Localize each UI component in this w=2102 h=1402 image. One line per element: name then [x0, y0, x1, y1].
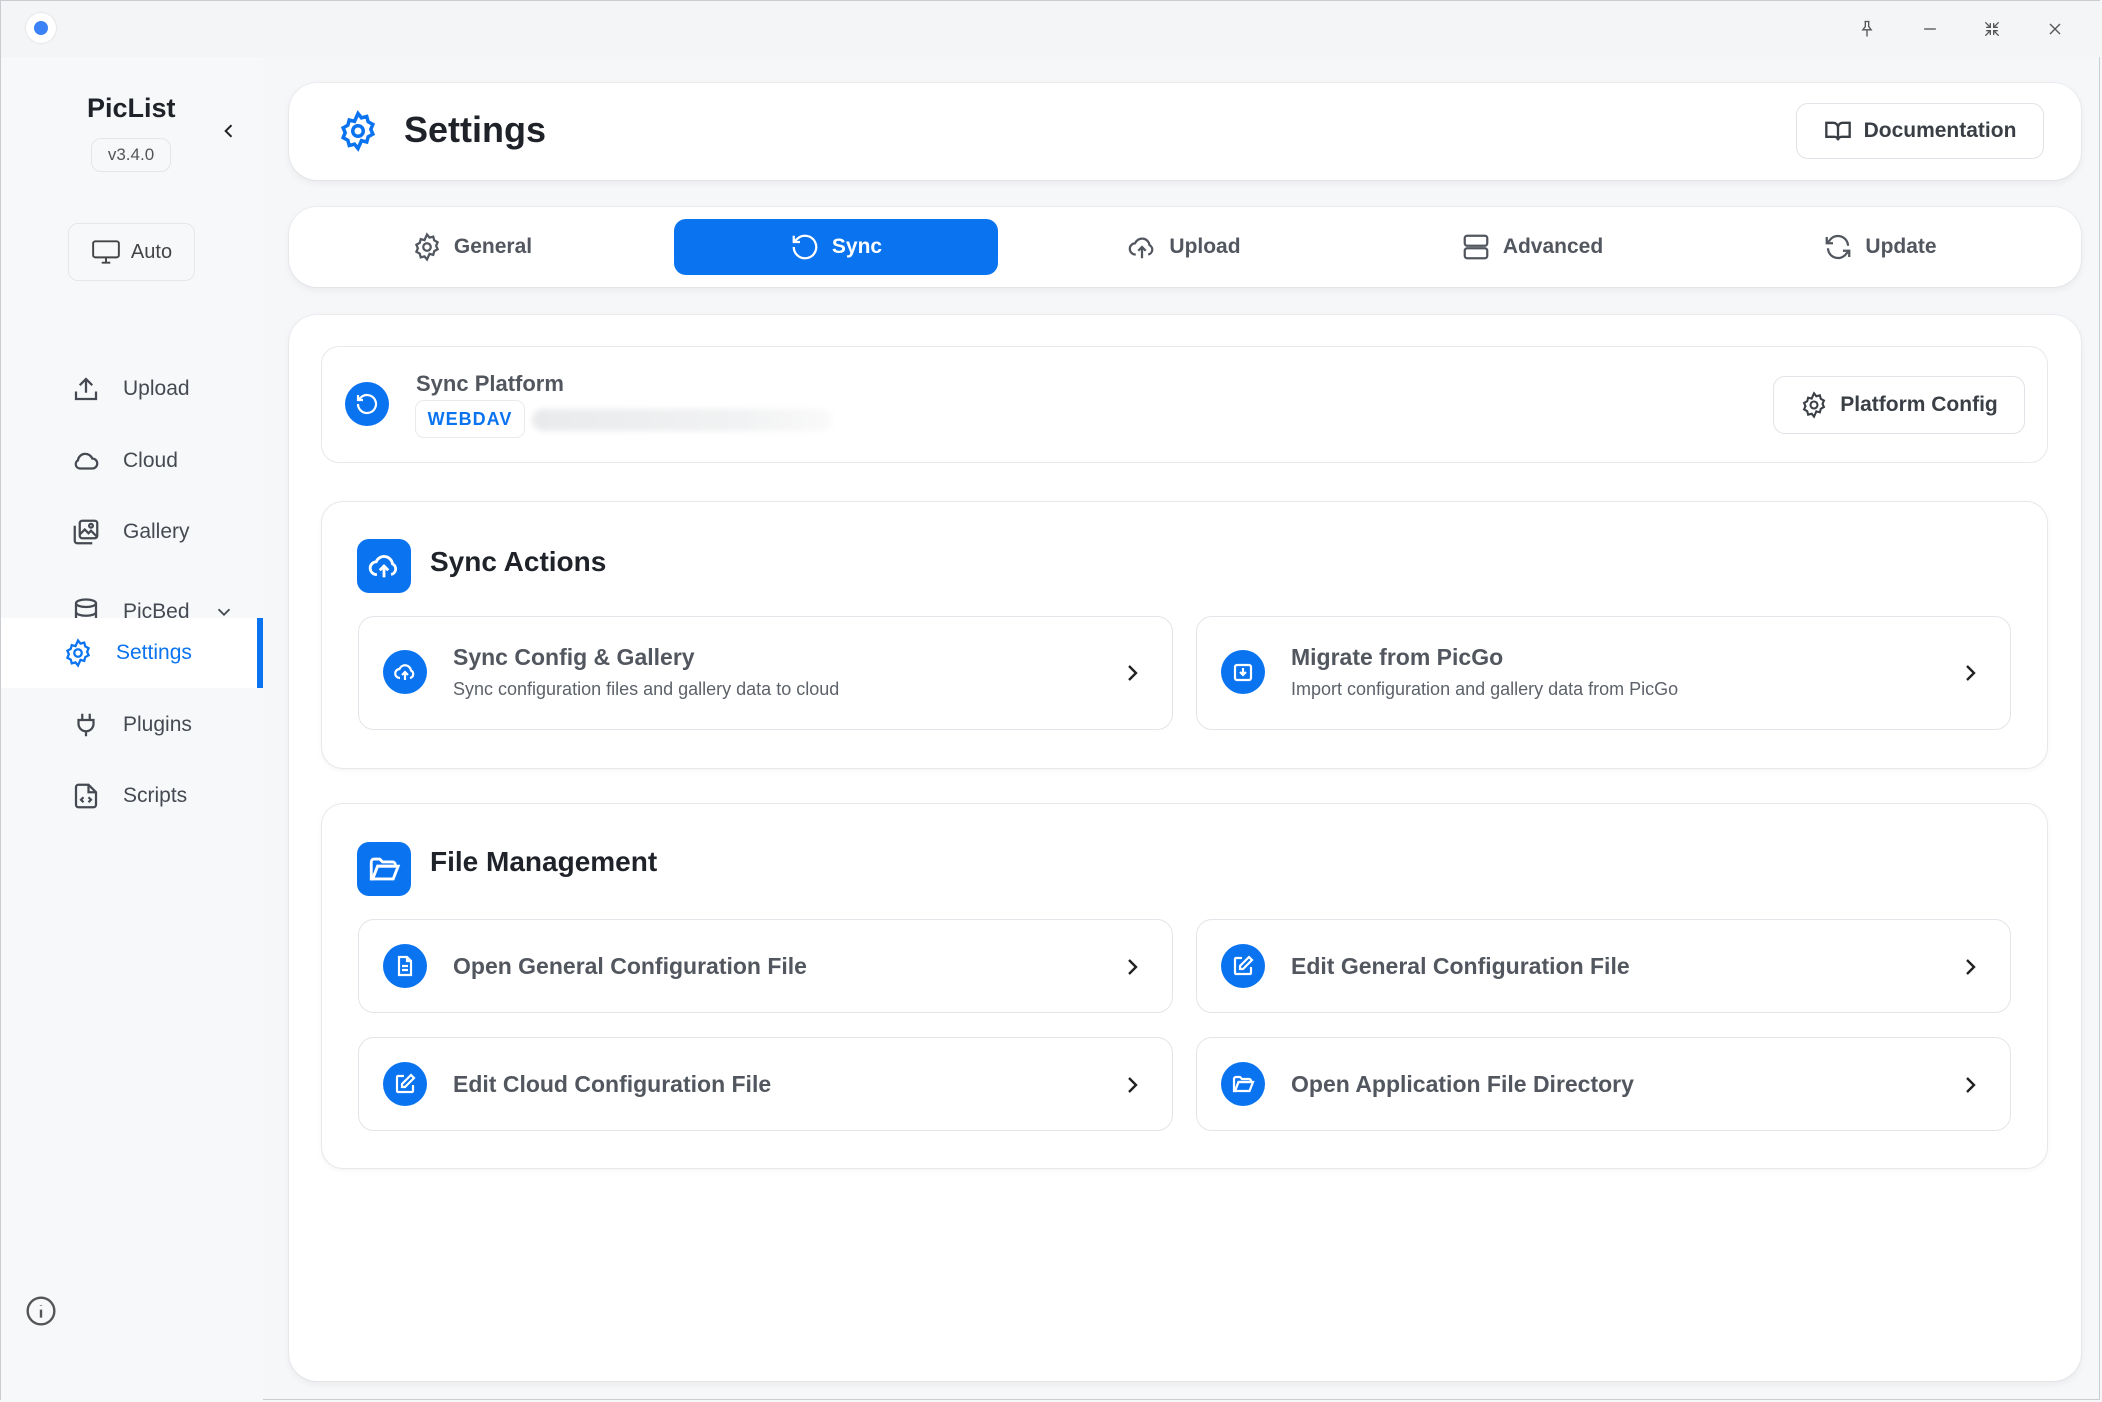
tab-sync[interactable]: Sync [674, 219, 998, 275]
chevron-right-icon [1958, 661, 1982, 685]
version-badge: v3.4.0 [91, 138, 171, 172]
action-title: Open General Configuration File [453, 953, 807, 979]
sidebar-item-cloud[interactable]: Cloud [1, 426, 263, 496]
tab-update[interactable]: Update [1718, 219, 2042, 275]
close-icon[interactable] [2039, 13, 2071, 45]
tab-label: General [453, 235, 533, 258]
sync-panel: Sync Platform WEBDAV Platform Config Syn… [289, 315, 2081, 1381]
chevron-right-icon [1120, 1073, 1144, 1097]
documentation-button[interactable]: Documentation [1796, 103, 2044, 159]
info-icon[interactable] [25, 1295, 57, 1327]
app-logo-icon [26, 13, 56, 43]
book-icon [1824, 121, 1851, 141]
plug-icon [71, 710, 101, 740]
download-box-icon [1221, 650, 1265, 694]
gear-icon [1802, 391, 1826, 419]
sidebar-item-label: Settings [116, 641, 192, 664]
cloud-upload-icon [1129, 237, 1154, 259]
action-title: Open Application File Directory [1291, 1071, 1634, 1097]
minimize-icon[interactable] [1914, 13, 1946, 45]
section-title: Sync Actions [430, 546, 607, 577]
migrate-from-picgo-button[interactable]: Migrate from PicGo Import configuration … [1196, 616, 2011, 730]
tab-label: Upload [1169, 235, 1241, 258]
gallery-icon [71, 517, 101, 547]
cloud-upload-icon [383, 650, 427, 694]
chevron-right-icon [1958, 1073, 1982, 1097]
open-app-directory-button[interactable]: Open Application File Directory [1196, 1037, 2011, 1131]
sidebar-item-label: Cloud [123, 449, 178, 472]
gear-icon [414, 232, 439, 262]
action-title: Migrate from PicGo [1291, 644, 1504, 670]
sync-platform-title: Sync Platform [416, 371, 564, 396]
sidebar-item-scripts[interactable]: Scripts [1, 761, 263, 831]
theme-auto-button[interactable]: Auto [68, 223, 195, 281]
sidebar: PicList v3.4.0 Auto Upload Cloud Gallery… [1, 57, 263, 1401]
app-name: PicList [87, 93, 176, 123]
tab-advanced[interactable]: Advanced [1370, 219, 1694, 275]
sidebar-item-label: Upload [123, 377, 190, 400]
section-title: File Management [430, 846, 658, 877]
cloud-icon [71, 446, 101, 476]
tab-label: Update [1865, 235, 1937, 258]
title-bar [1, 1, 2101, 57]
sidebar-item-label: Scripts [123, 784, 188, 807]
edit-icon [1221, 944, 1265, 988]
folder-open-icon [1221, 1062, 1265, 1106]
server-icon [1463, 234, 1489, 260]
collapse-sidebar-icon[interactable] [215, 117, 243, 145]
platform-config-button[interactable]: Platform Config [1773, 376, 2025, 434]
cloud-upload-icon [357, 539, 411, 593]
refresh-icon [1826, 234, 1851, 260]
action-description: Sync configuration files and gallery dat… [453, 679, 840, 699]
page-title: Settings [404, 109, 547, 150]
sync-actions-section: Sync Actions Sync Config & Gallery Sync … [321, 501, 2048, 769]
sidebar-item-label: Plugins [123, 713, 192, 736]
documentation-label: Documentation [1863, 119, 2017, 142]
app-window: PicList v3.4.0 Auto Upload Cloud Gallery… [0, 0, 2101, 1401]
action-title: Sync Config & Gallery [453, 644, 695, 670]
folder-open-icon [357, 842, 411, 896]
pin-icon[interactable] [1851, 13, 1883, 45]
chevron-right-icon [1958, 955, 1982, 979]
open-general-config-button[interactable]: Open General Configuration File [358, 919, 1173, 1013]
sidebar-item-gallery[interactable]: Gallery [1, 497, 263, 567]
tab-upload[interactable]: Upload [1022, 219, 1346, 275]
platform-badge: WEBDAV [416, 401, 524, 437]
platform-config-label: Platform Config [1840, 393, 1998, 416]
redacted-url [532, 409, 832, 431]
upload-icon [71, 374, 101, 404]
chevron-right-icon [1120, 661, 1144, 685]
edit-cloud-config-button[interactable]: Edit Cloud Configuration File [358, 1037, 1173, 1131]
rotate-icon [792, 234, 818, 260]
sidebar-item-settings[interactable]: Settings [1, 618, 263, 688]
page-header: Settings Documentation [289, 83, 2081, 180]
gear-icon [63, 638, 93, 668]
tab-label: Advanced [1502, 235, 1604, 258]
sync-platform-card: Sync Platform WEBDAV Platform Config [321, 346, 2048, 463]
sync-icon [345, 382, 389, 426]
sidebar-item-plugins[interactable]: Plugins [1, 690, 263, 760]
restore-icon[interactable] [1976, 13, 2008, 45]
tab-label: Sync [831, 235, 883, 258]
document-icon [383, 944, 427, 988]
edit-icon [383, 1062, 427, 1106]
chevron-right-icon [1120, 955, 1144, 979]
file-management-section: File Management Open General Configurati… [321, 803, 2048, 1169]
action-title: Edit General Configuration File [1291, 953, 1630, 979]
action-description: Import configuration and gallery data fr… [1291, 679, 1679, 699]
theme-label: Auto [130, 240, 173, 263]
sync-config-gallery-button[interactable]: Sync Config & Gallery Sync configuration… [358, 616, 1173, 730]
monitor-icon [92, 240, 120, 264]
script-file-icon [71, 781, 101, 811]
sidebar-item-upload[interactable]: Upload [1, 354, 263, 424]
action-title: Edit Cloud Configuration File [453, 1071, 772, 1097]
sidebar-item-label: Gallery [123, 520, 190, 543]
tab-general[interactable]: General [310, 219, 634, 275]
settings-tabs: General Sync Upload Advanced Update [289, 207, 2081, 287]
gear-icon [337, 110, 379, 152]
edit-general-config-button[interactable]: Edit General Configuration File [1196, 919, 2011, 1013]
